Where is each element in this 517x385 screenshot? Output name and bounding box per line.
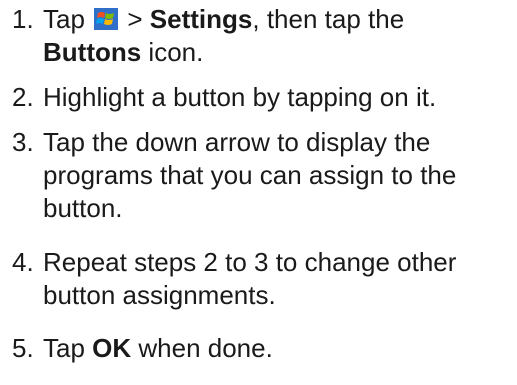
step-1: 1. Tap > Settings, then tap the Buttons … (12, 3, 515, 69)
step-2: 2. Highlight a button by tapping on it. (12, 81, 515, 114)
step-number: 3. (12, 127, 34, 157)
step-3: 3. Tap the down arrow to display the pro… (12, 126, 515, 225)
step-text: Tap OK when done. (43, 333, 273, 363)
step-text: Tap > Settings, then tap the Buttons ico… (43, 4, 405, 67)
step-text: Repeat steps 2 to 3 to change other butt… (43, 247, 457, 310)
step-text: Highlight a button by tapping on it. (43, 82, 437, 112)
step-text: Tap the down arrow to display the progra… (43, 127, 457, 223)
step-number: 5. (12, 333, 34, 363)
step-5: 5. Tap OK when done. (12, 332, 515, 365)
step-4: 4. Repeat steps 2 to 3 to change other b… (12, 246, 515, 312)
step-number: 2. (12, 82, 34, 112)
step-number: 4. (12, 247, 34, 277)
step-number: 1. (12, 4, 34, 34)
windows-start-icon (94, 8, 119, 30)
